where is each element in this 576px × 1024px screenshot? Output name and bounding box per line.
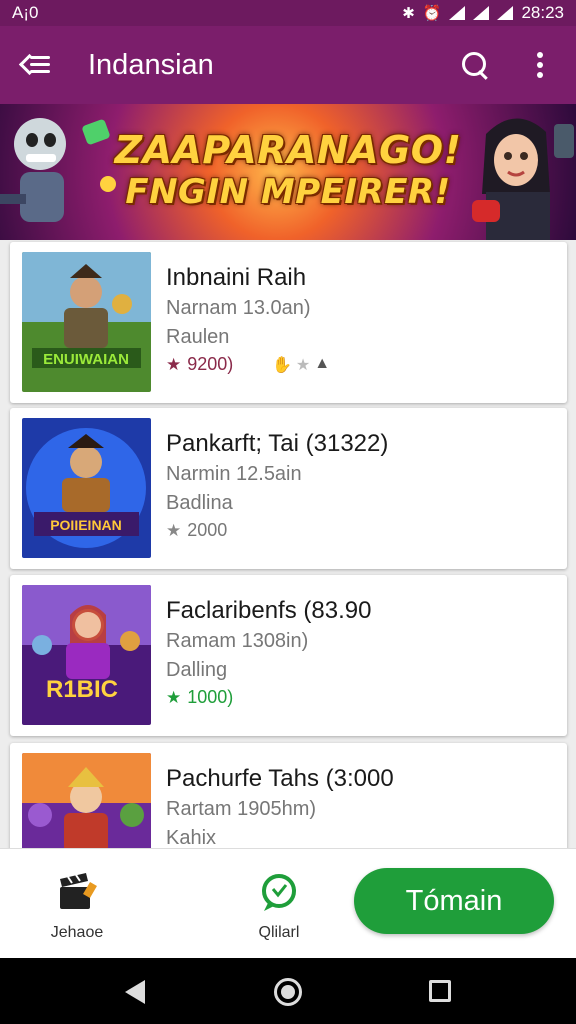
- recent-apps-icon[interactable]: [429, 980, 451, 1002]
- game-title: Pankarft; Tai (31322): [166, 430, 389, 457]
- game-title: Pachurfe Tahs (3:000: [166, 765, 394, 792]
- thumb-text: POIIEINAN: [50, 517, 122, 533]
- system-nav-bar: [0, 958, 576, 1024]
- rating-value: 2000: [187, 520, 228, 540]
- bottom-nav: Jehaoe Qlilarl Tómain: [0, 848, 576, 958]
- status-icons: ✱ ⏰ 28:23: [402, 3, 564, 23]
- app-title: Indansian: [88, 48, 214, 81]
- game-thumbnail: R1BIC: [22, 585, 151, 725]
- game-category: Raulen: [166, 326, 230, 348]
- heroine-character-art: [472, 118, 574, 240]
- star-icon: ★: [166, 520, 182, 540]
- wifi-icon: [449, 6, 466, 20]
- list-item[interactable]: ENUIWAIAN Inbnaini Raih Narnam 13.0an) R…: [10, 242, 567, 403]
- game-thumbnail: POIIEINAN: [22, 418, 151, 558]
- game-thumbnail: [22, 753, 151, 848]
- star-icon: ★: [166, 354, 182, 374]
- rating-value: 9200): [187, 354, 234, 374]
- search-icon[interactable]: [460, 50, 492, 82]
- nav-item-chat[interactable]: Qlilarl: [224, 867, 334, 947]
- home-icon[interactable]: [274, 978, 302, 1006]
- back-icon[interactable]: [125, 980, 145, 1004]
- game-category: Kahix: [166, 827, 217, 848]
- screen: A¡0 ✱ ⏰ 28:23 Indansian ZAAPARANAGO! FNG…: [0, 0, 576, 1024]
- game-subtitle: Narnam 13.0an): [166, 297, 311, 319]
- game-title: Faclaribenfs (83.90: [166, 597, 372, 624]
- nav-label: Qlilarl: [258, 924, 300, 941]
- list-item[interactable]: Pachurfe Tahs (3:000 Rartam 1905hm) Kahi…: [10, 743, 567, 848]
- game-rating: ★ 1000): [166, 687, 233, 708]
- thumb-text: ENUIWAIAN: [43, 351, 129, 368]
- nav-label: Jehaoe: [50, 924, 104, 941]
- primary-action-button[interactable]: Tómain: [354, 868, 554, 934]
- hand-icon: ✋: [272, 357, 292, 374]
- game-subtitle: Narmin 12.5ain: [166, 463, 302, 485]
- signal-icon: [473, 6, 490, 20]
- person-icon: ▲: [314, 355, 331, 372]
- game-subtitle: Ramam 1308in): [166, 630, 309, 652]
- more-vert-icon[interactable]: [533, 52, 547, 80]
- game-list: ENUIWAIAN Inbnaini Raih Narnam 13.0an) R…: [0, 240, 576, 848]
- secondary-icons: ✋ ★ ▲: [272, 355, 330, 375]
- game-rating: ★ 9200): [166, 354, 233, 375]
- list-item[interactable]: POIIEINAN Pankarft; Tai (31322) Narmin 1…: [10, 408, 567, 569]
- alarm-icon: ⏰: [422, 5, 442, 22]
- thumb-text: R1BIC: [46, 676, 118, 703]
- game-category: Badlina: [166, 492, 233, 514]
- back-menu-icon[interactable]: [22, 51, 58, 79]
- game-thumbnail: ENUIWAIAN: [22, 252, 151, 392]
- list-item[interactable]: R1BIC Faclaribenfs (83.90 Ramam 1308in) …: [10, 575, 567, 736]
- game-title: Inbnaini Raih: [166, 264, 307, 291]
- rating-value: 1000): [187, 687, 234, 707]
- status-bar: A¡0 ✱ ⏰ 28:23: [0, 0, 576, 26]
- status-carrier: A¡0: [12, 3, 39, 22]
- game-category: Dalling: [166, 659, 228, 681]
- chat-icon: [262, 874, 296, 911]
- star-icon: ★: [166, 687, 182, 707]
- bluetooth-icon: ✱: [402, 5, 415, 22]
- app-bar: Indansian: [0, 26, 576, 104]
- star-outline-icon: ★: [295, 357, 311, 374]
- promo-banner[interactable]: ZAAPARANAGO! FNGIN MPEIRER!: [0, 104, 576, 240]
- status-time: 28:23: [521, 3, 564, 22]
- game-rating: ★ 2000: [166, 520, 227, 541]
- signal-2-icon: [497, 6, 514, 20]
- nav-item-home[interactable]: Jehaoe: [22, 867, 132, 947]
- clapperboard-icon: [60, 873, 97, 909]
- game-subtitle: Rartam 1905hm): [166, 798, 317, 820]
